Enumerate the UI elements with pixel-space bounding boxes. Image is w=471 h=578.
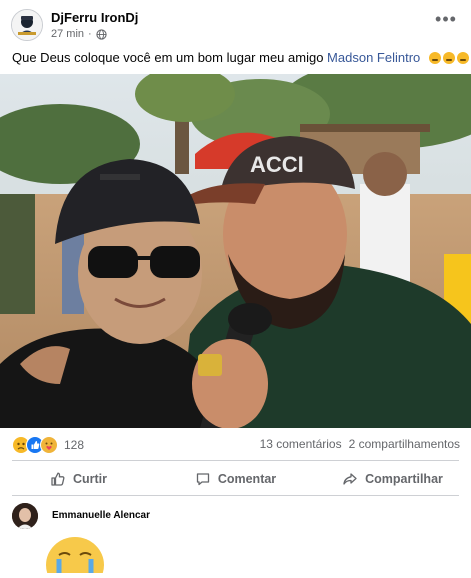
- dj-logo-icon: [12, 10, 42, 40]
- share-label: Compartilhar: [365, 472, 443, 486]
- post-time[interactable]: 27 min: [51, 28, 84, 40]
- like-label: Curtir: [73, 472, 107, 486]
- caption-mention[interactable]: Madson Felintro: [327, 50, 420, 65]
- more-options-button[interactable]: •••: [435, 12, 457, 34]
- author-name[interactable]: DjFerru IronDj: [51, 10, 138, 25]
- crying-face-icon: [443, 52, 455, 64]
- post-caption: Que Deus coloque você em um bom lugar me…: [12, 50, 471, 65]
- engagement-counts: 13 comentários 2 compartilhamentos: [260, 437, 460, 451]
- crying-face-icon: [457, 52, 469, 64]
- commenter-avatar[interactable]: [12, 503, 38, 529]
- commenter-name[interactable]: Emmanuelle Alencar: [52, 510, 150, 521]
- globe-icon[interactable]: [96, 29, 107, 40]
- reactions-summary[interactable]: 128: [12, 436, 84, 454]
- post-meta: 27 min ·: [51, 28, 107, 40]
- thumbs-up-icon: [50, 471, 66, 487]
- shares-count[interactable]: 2 compartilhamentos: [349, 437, 460, 451]
- divider: [12, 495, 459, 496]
- like-button[interactable]: Curtir: [0, 462, 157, 496]
- divider: [12, 460, 459, 461]
- caption-text: Que Deus coloque você em um bom lugar me…: [12, 50, 327, 65]
- post-header: DjFerru IronDj 27 min · •••: [0, 0, 471, 48]
- post-photo[interactable]: ACCI: [0, 74, 471, 428]
- share-arrow-icon: [342, 471, 358, 487]
- care-reaction-icon: [40, 436, 58, 454]
- cap-logo-text: ACCI: [250, 152, 304, 177]
- share-button[interactable]: Compartilhar: [314, 462, 471, 496]
- selfie-photo-illustration: ACCI: [0, 74, 471, 428]
- meta-separator: ·: [88, 28, 92, 40]
- crying-face-sticker-icon: [45, 533, 105, 573]
- crying-face-icon: [429, 52, 441, 64]
- comment-label: Comentar: [218, 472, 276, 486]
- author-avatar[interactable]: [11, 9, 43, 41]
- action-bar: Curtir Comentar Compartilhar: [0, 462, 471, 496]
- comments-count[interactable]: 13 comentários: [260, 437, 342, 451]
- reaction-count: 128: [64, 438, 84, 452]
- comment-bubble-icon: [195, 471, 211, 487]
- comment-button[interactable]: Comentar: [157, 462, 314, 496]
